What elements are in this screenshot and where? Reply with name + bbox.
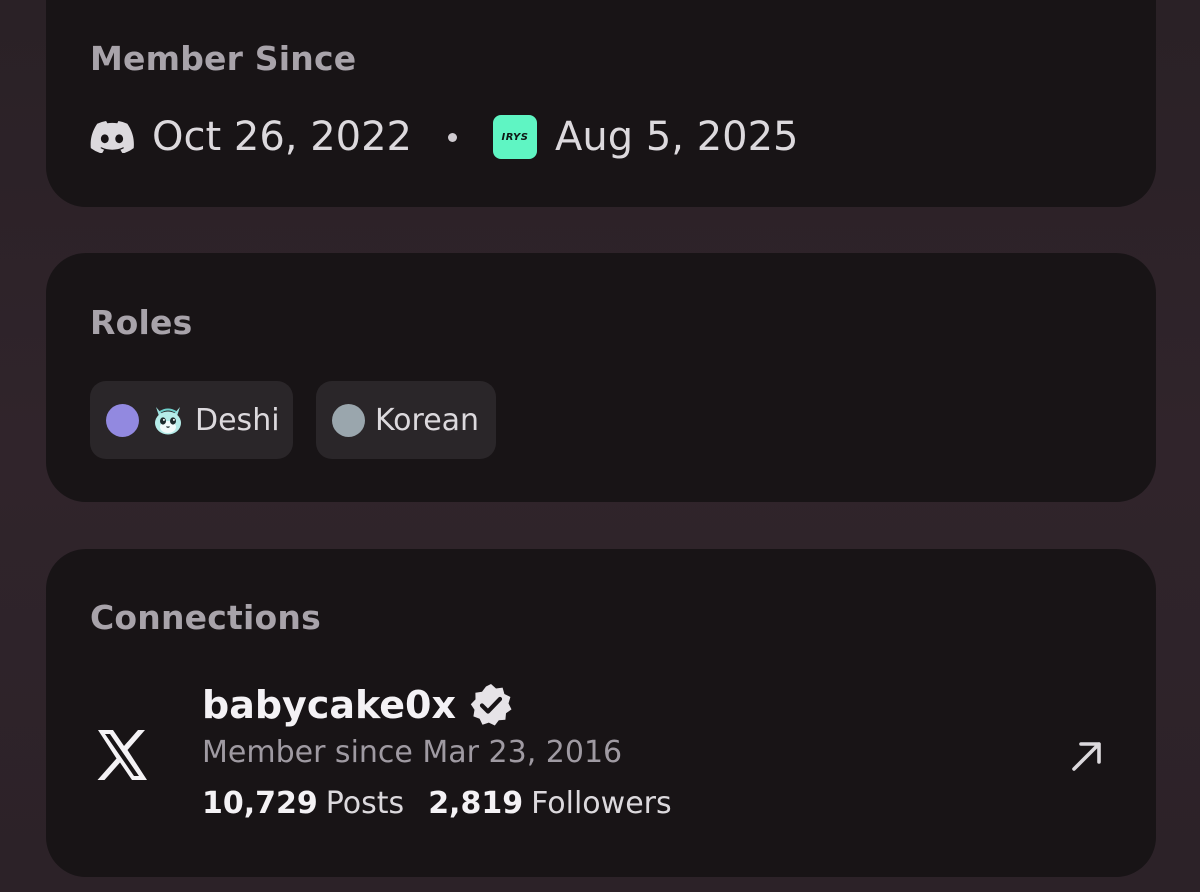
connection-username-row: babycake0x <box>202 682 514 728</box>
verified-badge-icon <box>470 684 512 726</box>
connections-title: Connections <box>90 598 321 637</box>
member-since-title: Member Since <box>90 39 357 78</box>
connection-username: babycake0x <box>202 683 456 727</box>
member-since-row: Oct 26, 2022 IRYS Aug 5, 2025 <box>90 112 799 162</box>
role-color-dot <box>332 403 365 437</box>
roles-title: Roles <box>90 303 193 342</box>
server-icon: IRYS <box>493 115 537 159</box>
followers-count: 2,819 <box>428 786 524 821</box>
role-pill-korean[interactable]: Korean <box>316 381 496 459</box>
followers-label: Followers <box>531 786 672 821</box>
server-icon-label: IRYS <box>501 131 529 143</box>
role-color-dot <box>106 403 139 437</box>
role-pill-deshi[interactable]: Deshi <box>90 381 293 459</box>
separator-dot <box>448 132 457 142</box>
x-logo-icon <box>97 730 147 780</box>
role-label: Deshi <box>195 402 280 438</box>
member-since-card: Member Since Oct 26, 2022 IRYS Aug 5, 20… <box>46 0 1156 207</box>
connection-stats: 10,729 Posts 2,819 Followers <box>202 786 672 821</box>
discord-icon <box>90 121 134 153</box>
cat-emoji-icon <box>155 407 181 435</box>
connections-card: Connections babycake0x Member since Mar … <box>46 549 1156 877</box>
discord-join-date: Oct 26, 2022 <box>152 114 412 160</box>
posts-label: Posts <box>325 786 405 821</box>
roles-card: Roles Deshi Korean <box>46 253 1156 502</box>
external-link-arrow-icon[interactable] <box>1068 737 1106 775</box>
role-label: Korean <box>375 402 480 438</box>
posts-count: 10,729 <box>202 786 318 821</box>
connection-member-since: Member since Mar 23, 2016 <box>202 735 623 770</box>
server-join-date: Aug 5, 2025 <box>555 114 799 160</box>
